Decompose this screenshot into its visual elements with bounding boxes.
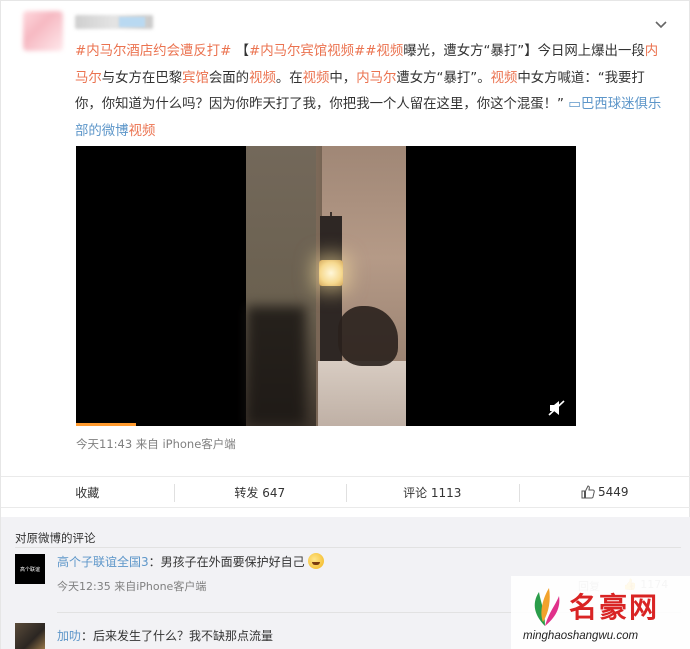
video-progress-bar[interactable]	[76, 423, 136, 426]
hashtag-link[interactable]: #内马尔酒店约会遭反打#	[75, 44, 231, 59]
comment-text: ：后来发生了什么？我不缺那点流量	[81, 629, 274, 643]
video-player[interactable]	[76, 146, 576, 426]
comment-avatar[interactable]: 高个联谊	[15, 554, 45, 584]
post-text-segment: 【	[231, 44, 250, 59]
laughing-emoji-icon	[308, 553, 325, 569]
mute-icon[interactable]	[548, 400, 566, 416]
keyword-link[interactable]: 视频	[303, 71, 330, 86]
thumbs-up-icon	[581, 485, 595, 499]
hashtag-link[interactable]: #内马尔宾馆视频#	[249, 44, 365, 59]
lamp	[319, 260, 343, 286]
like-count: 5449	[597, 485, 629, 499]
post-meta: 今天11:43 来自 iPhone客户端	[76, 437, 236, 451]
author-badge-blurred	[119, 17, 145, 27]
video-frame	[246, 146, 406, 426]
watermark: 名豪网 minghaoshangwu.com	[511, 576, 690, 649]
comment-item: 加叻：后来发生了什么？我不缺那点流量	[57, 627, 273, 644]
post-text-segment: 与女方在巴黎	[101, 70, 183, 86]
repost-label: 转发 647	[234, 485, 286, 500]
comment-item: 高个子联谊全国3：男孩子在外面要保护好自己	[57, 553, 325, 570]
post-text-segment: 。在	[275, 70, 303, 86]
leaf-logo-icon	[534, 588, 560, 626]
post-text-segment: 中，	[329, 70, 357, 86]
favorite-button[interactable]: 收藏	[1, 477, 174, 507]
author-avatar[interactable]	[23, 11, 63, 51]
comment-author[interactable]: 高个子联谊全国3	[57, 555, 149, 569]
keyword-link[interactable]: 内马尔	[356, 71, 396, 86]
post-text-segment: 曝光，遭女方“暴打”】今日网上爆出一段	[403, 44, 645, 59]
keyword-link[interactable]: 视频	[249, 71, 276, 86]
chevron-down-icon[interactable]	[653, 17, 669, 33]
comment-avatar[interactable]	[15, 623, 45, 649]
divider	[15, 547, 681, 548]
like-button[interactable]: 5449	[518, 477, 690, 507]
watermark-url: minghaoshangwu.com	[523, 630, 639, 642]
keyword-link[interactable]: 视频	[129, 124, 156, 139]
comments-title: 对原微博的评论	[15, 531, 96, 545]
favorite-label: 收藏	[75, 485, 100, 500]
comment-text: ：男孩子在外面要保护好自己	[148, 555, 305, 569]
comment-meta: 今天12:35 来自iPhone客户端	[57, 580, 207, 593]
action-bar: 收藏 转发 647 评论 1113 5449	[1, 476, 690, 508]
comment-label: 评论 1113	[403, 485, 462, 500]
keyword-link[interactable]: 宾馆	[182, 71, 209, 86]
watermark-brand: 名豪网	[569, 591, 660, 624]
post-text: #内马尔酒店约会遭反打# 【#内马尔宾馆视频##视频曝光，遭女方“暴打”】今日网…	[75, 39, 665, 145]
comment-button[interactable]: 评论 1113	[346, 477, 519, 507]
hashtag-link[interactable]: #视频	[365, 44, 403, 59]
post-text-segment: 遭女方“暴打”。	[396, 70, 491, 86]
post-text-segment: 会面的	[208, 70, 250, 86]
weibo-card: #内马尔酒店约会遭反打# 【#内马尔宾馆视频##视频曝光，遭女方“暴打”】今日网…	[0, 0, 690, 649]
keyword-link[interactable]: 视频	[491, 71, 518, 86]
repost-button[interactable]: 转发 647	[173, 477, 347, 507]
comment-author[interactable]: 加叻	[57, 629, 81, 643]
